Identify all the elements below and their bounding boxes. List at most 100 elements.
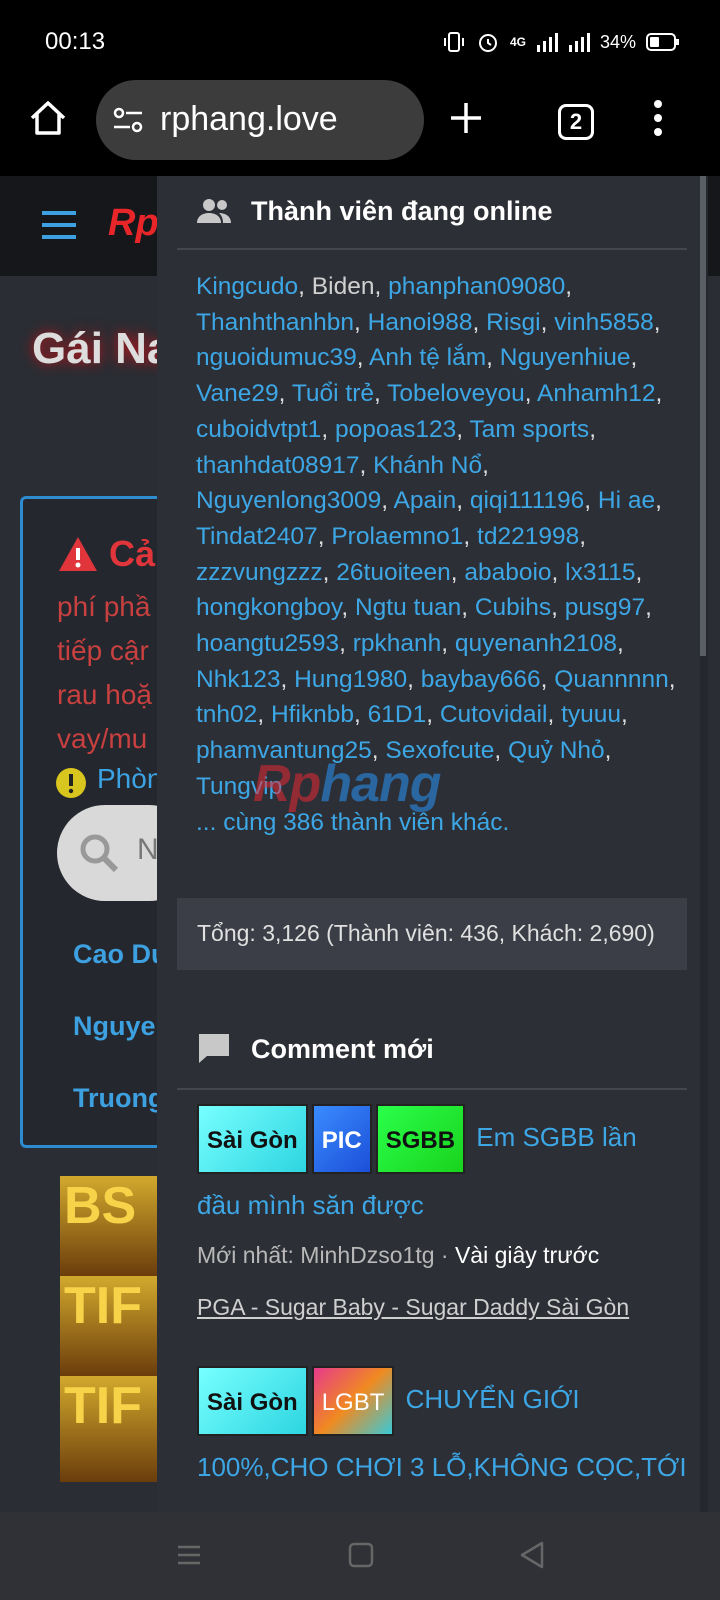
new-tab-icon[interactable] [448,100,484,136]
member-link[interactable]: Cubihs [475,594,551,621]
side-panel: Thành viên đang online Kingcudo, Biden, … [157,176,700,1512]
tag-pic[interactable]: PIC [311,1104,372,1174]
member-link[interactable]: Vane29 [196,380,279,407]
member-link[interactable]: cuboidvtpt1 [196,416,321,443]
browser-toolbar: rphang.love 2 [0,80,720,176]
thread-item[interactable]: Sài Gòn LGBT CHUYỂN GIỚI 100%,CHO CHƠI 3 … [197,1366,687,1498]
tag-sgbb[interactable]: SGBB [375,1104,466,1174]
status-time: 00:13 [45,28,106,55]
thumbnail[interactable]: TIF [60,1376,160,1482]
battery-icon [646,33,679,51]
tag-saigon[interactable]: Sài Gòn [197,1104,308,1174]
recents-menu-icon[interactable] [176,1542,202,1568]
back-icon[interactable] [518,1540,546,1570]
member-link[interactable]: Ngtu tuan [355,594,461,621]
network-type: 4G [509,35,526,49]
hamburger-icon[interactable] [40,210,78,240]
thread-item[interactable]: Sài Gòn PIC SGBB Em SGBB lần đầu mình săn … [197,1104,687,1236]
member-link[interactable]: zzzvungzzz [196,559,323,586]
member-link[interactable]: 61D1 [368,701,427,728]
member-link[interactable]: lx3115 [565,559,635,586]
system-nav-bar [0,1512,720,1600]
warning-box: Cả phí phầ tiếp cậr rau hoặ vay/mu Phòn … [20,496,197,1148]
member-link[interactable]: Tam sports [469,416,589,443]
address-bar[interactable]: rphang.love [96,80,424,160]
member-link[interactable]: Tuổi trẻ [292,380,374,407]
online-totals: Tổng: 3,126 (Thành viên: 436, Khách: 2,6… [177,898,687,970]
bg-link[interactable]: Nguye [73,1011,156,1042]
member-link[interactable]: Nguyenhiue [500,344,631,371]
signal-icon [536,33,558,52]
forum-link[interactable]: PGA - Sugar Baby - Sugar Daddy Sài Gòn [197,1294,629,1321]
online-title: Thành viên đang online [251,196,553,226]
url-text: rphang.love [160,100,338,138]
member-link[interactable]: Nguyenlong3009 [196,487,381,514]
search-icon [80,834,119,873]
member-link[interactable]: Thanhthanhbn [196,309,354,336]
member-link[interactable]: baybay666 [421,666,541,693]
warning-icon [59,537,97,571]
member-link[interactable]: Quỷ Nhỏ [508,737,605,764]
member-link[interactable]: Anhamh12 [537,380,656,407]
member-link[interactable]: Kingcudo [196,273,298,300]
warning-line: phí phầ [57,591,151,622]
thumbnail[interactable]: TIF [60,1276,160,1376]
site-watermark: Rphang [253,754,442,814]
member-link[interactable]: thanhdat08917 [196,452,360,479]
member-link[interactable]: tyuuu [561,701,621,728]
home-icon[interactable] [28,98,68,138]
member-link[interactable]: Tindat2407 [196,523,318,550]
warning-heading: Cả [109,533,156,574]
warning-line: tiếp cậr [57,635,149,666]
scrollbar-thumb[interactable] [700,176,706,656]
bg-link[interactable]: Truong [73,1083,164,1114]
comments-title: Comment mới [251,1034,434,1064]
member-link[interactable]: Cutovidail [440,701,548,728]
battery-percent: 34% [599,31,636,52]
member-link[interactable]: Hanoi988 [368,309,473,336]
thread-meta: Mới nhất: MinhDzso1tg · Vài giây trước [197,1242,599,1269]
member-link[interactable]: Anh tệ lắm [369,344,486,371]
member-link[interactable]: Quannnnn [554,666,668,693]
member-link[interactable]: hongkongboy [196,594,341,621]
member-link[interactable]: tnh02 [196,701,257,728]
member-link[interactable]: phanphan09080 [388,273,565,300]
users-icon [197,199,231,223]
member-link[interactable]: Hfiknbb [271,701,354,728]
member-link[interactable]: Risgi [486,309,540,336]
alarm-icon [478,34,497,52]
member-link[interactable]: 26tuoiteen [336,559,450,586]
status-bar: 00:13 4G 34% [0,0,720,84]
member-link[interactable]: td221998 [477,523,579,550]
member-link[interactable]: Nhk123 [196,666,280,693]
member-link[interactable]: Hung1980 [294,666,407,693]
member-link[interactable]: Biden [312,273,375,300]
member-link[interactable]: pusg97 [565,594,645,621]
site-logo[interactable]: Rp [108,202,159,245]
member-link[interactable]: Prolaemno1 [331,523,463,550]
member-link[interactable]: Apain [394,487,457,514]
member-link[interactable]: nguoidumuc39 [196,344,357,371]
member-link[interactable]: hoangtu2593 [196,630,339,657]
member-link[interactable]: Khánh Nổ [373,452,482,479]
bg-link[interactable]: Cao Du [73,939,168,970]
member-link[interactable]: Hi ae [598,487,655,514]
member-link[interactable]: Tobeloveyou [387,380,525,407]
tag-saigon[interactable]: Sài Gòn [197,1366,308,1436]
member-link[interactable]: popoas123 [335,416,456,443]
tab-switcher-button[interactable]: 2 [558,104,594,140]
site-settings-icon[interactable] [112,106,144,134]
search-placeholder: N [137,833,159,866]
member-link[interactable]: rpkhanh [353,630,442,657]
comment-icon [199,1034,229,1063]
phong-link[interactable]: Phòn [97,763,162,795]
warning-line: vay/mu [57,723,148,754]
member-link[interactable]: quyenanh2108 [455,630,617,657]
member-link[interactable]: qiqi111196 [470,487,584,514]
thumbnail[interactable]: BS [60,1176,160,1276]
tag-lgbt[interactable]: LGBT [311,1366,395,1436]
menu-dots-icon[interactable] [650,98,666,138]
member-link[interactable]: vinh5858 [554,309,653,336]
member-link[interactable]: ababoio [464,559,551,586]
home-nav-icon[interactable] [348,1542,374,1568]
